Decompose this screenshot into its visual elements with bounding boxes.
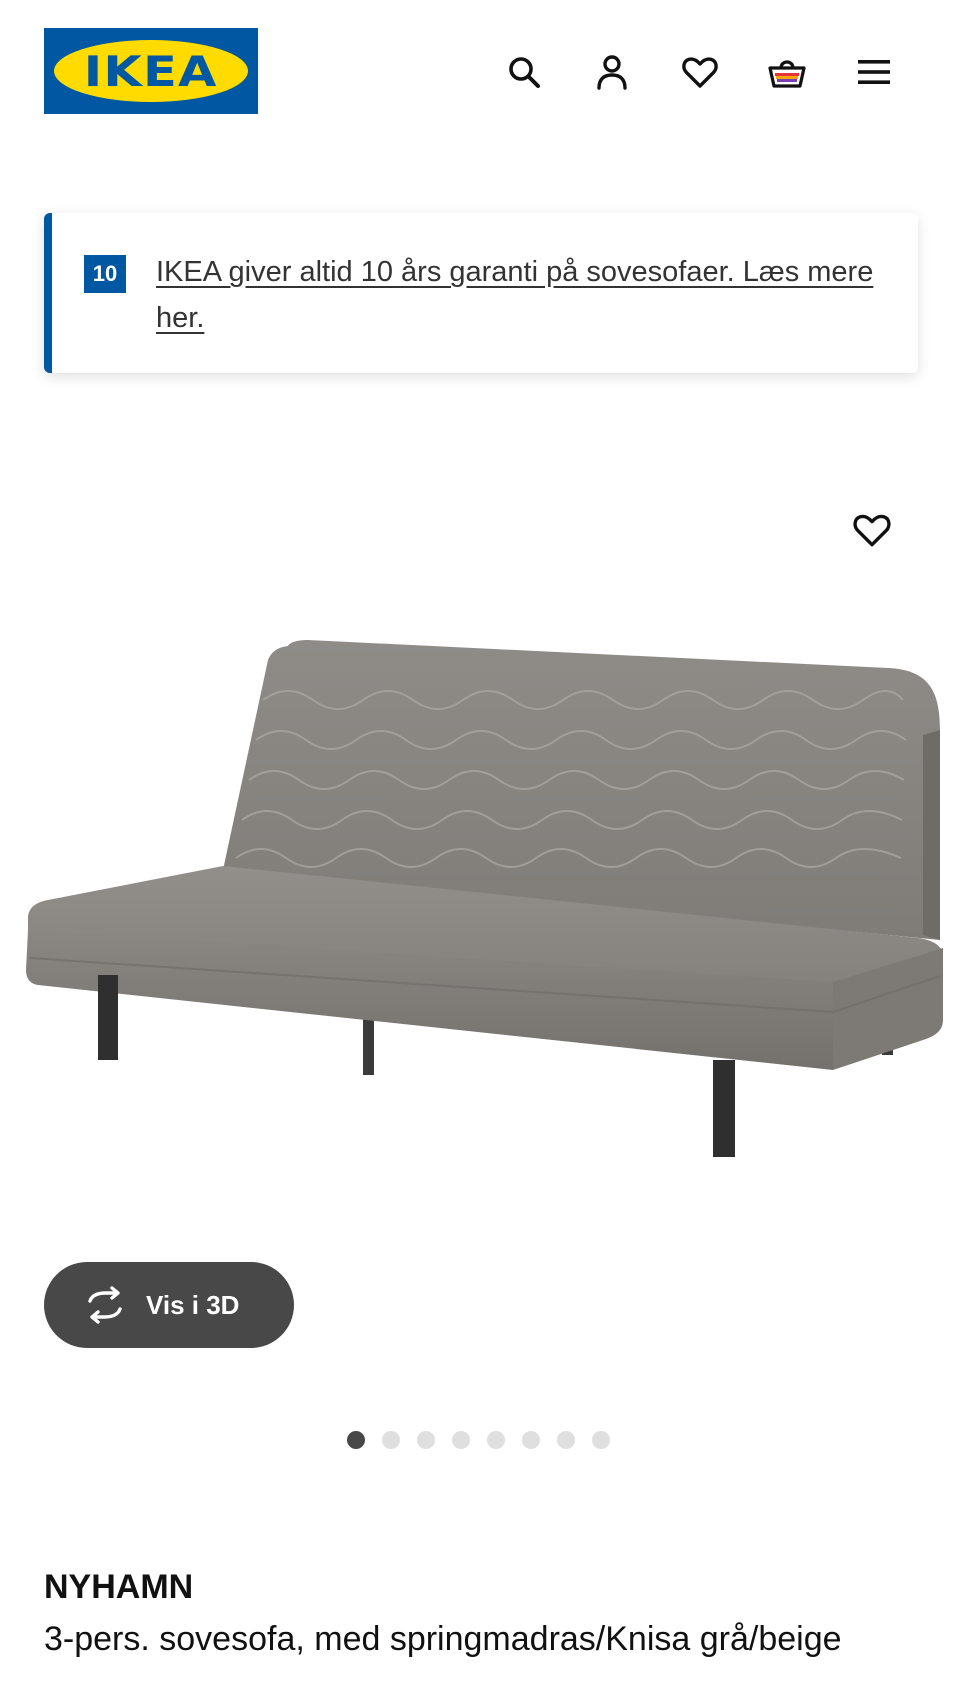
heart-icon[interactable] — [678, 50, 722, 94]
carousel-dot[interactable] — [417, 1431, 435, 1449]
carousel-dot[interactable] — [522, 1431, 540, 1449]
view-in-3d-button[interactable]: Vis i 3D — [44, 1262, 294, 1348]
carousel-dot[interactable] — [487, 1431, 505, 1449]
product-description: 3-pers. sovesofa, med springmadras/Knisa… — [44, 1620, 842, 1658]
site-header: IKEA — [0, 0, 960, 150]
carousel-dot[interactable] — [347, 1431, 365, 1449]
product-image-sofa[interactable] — [18, 640, 948, 1210]
user-icon[interactable] — [590, 50, 634, 94]
warranty-banner: 10 IKEA giver altid 10 års garanti på so… — [44, 213, 918, 373]
carousel-dot[interactable] — [382, 1431, 400, 1449]
warranty-link[interactable]: IKEA giver altid 10 års garanti på soves… — [156, 249, 876, 341]
logo-oval: IKEA — [54, 40, 248, 102]
carousel-dot[interactable] — [592, 1431, 610, 1449]
carousel-dots — [347, 1431, 610, 1451]
warranty-badge: 10 — [84, 255, 126, 293]
search-icon[interactable] — [502, 50, 546, 94]
carousel-dot[interactable] — [452, 1431, 470, 1449]
basket-icon[interactable] — [765, 50, 809, 94]
carousel-dot[interactable] — [557, 1431, 575, 1449]
menu-icon[interactable] — [852, 50, 896, 94]
heart-icon — [853, 514, 891, 547]
rotate-icon — [88, 1286, 122, 1324]
ikea-logo[interactable]: IKEA — [44, 28, 258, 114]
logo-text: IKEA — [84, 46, 218, 96]
product-name: NYHAMN — [44, 1568, 194, 1606]
view-in-3d-label: Vis i 3D — [146, 1289, 240, 1320]
add-to-favourites-button[interactable] — [848, 506, 896, 554]
